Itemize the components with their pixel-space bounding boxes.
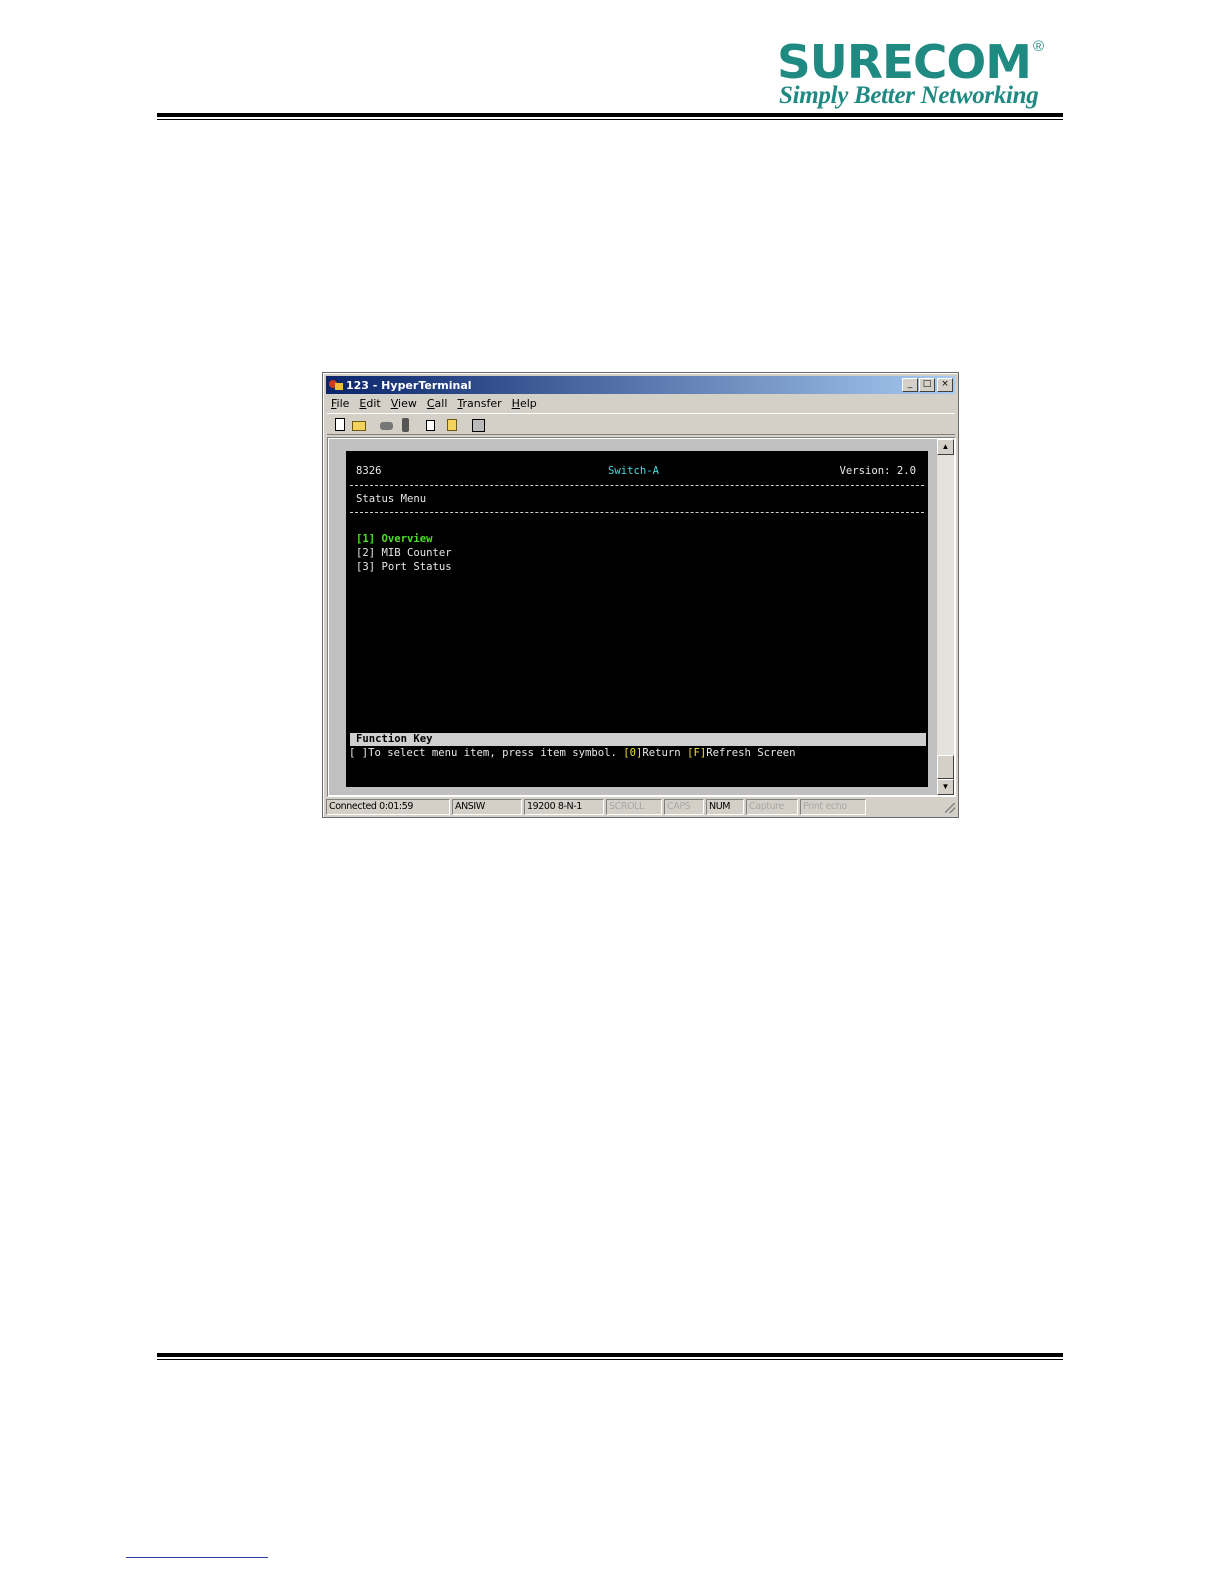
menu-call[interactable]: Call [427, 397, 448, 410]
firmware-version: Version: 2.0 [839, 465, 916, 477]
terminal-screen[interactable]: 8326 Switch-A Version: 2.0 Status Menu [… [346, 451, 928, 787]
new-icon[interactable] [331, 416, 348, 433]
scroll-up-button[interactable]: ▲ [937, 439, 954, 455]
status-connected: Connected 0:01:59 [326, 799, 450, 815]
switch-model: 8326 [356, 465, 382, 477]
scroll-thumb[interactable] [937, 755, 954, 779]
logo-tagline: Simply Better Networking [779, 82, 1039, 109]
menu-view[interactable]: View [391, 397, 417, 410]
toolbar [327, 413, 955, 435]
resize-grip[interactable] [945, 803, 955, 813]
footer-rule [157, 1353, 1063, 1360]
disconnect-icon[interactable] [396, 416, 413, 433]
status-print-echo: Print echo [800, 799, 866, 815]
status-caps: CAPS [664, 799, 704, 815]
menu-item-overview[interactable]: [1] Overview [356, 533, 433, 547]
menu-item-label: Overview [381, 533, 433, 545]
status-capture: Capture [746, 799, 798, 815]
separator-line [350, 485, 924, 486]
menu-item-label: MIB Counter [381, 547, 452, 559]
help-prefix: [ ]To select menu item, press item symbo… [349, 747, 624, 759]
hyperterminal-window: 123 - HyperTerminal _ □ × File Edit View… [322, 372, 959, 818]
terminal-margin: 8326 Switch-A Version: 2.0 Status Menu [… [329, 439, 937, 795]
hyperterminal-app-icon[interactable] [329, 378, 343, 392]
function-key-help: [ ]To select menu item, press item symbo… [349, 747, 796, 761]
scroll-down-button[interactable]: ▼ [937, 779, 954, 795]
title-bar[interactable]: 123 - HyperTerminal _ □ × [326, 376, 955, 394]
menu-item-key: [3] [356, 561, 376, 573]
menu-item-key: [1] [356, 533, 376, 545]
menu-title: Status Menu [356, 493, 427, 505]
return-key: [0] [623, 747, 643, 759]
menu-transfer[interactable]: Transfer [457, 397, 501, 410]
surecom-logo: SURECOM ® Simply Better Networking [775, 38, 1055, 113]
return-label: Return [642, 747, 688, 759]
maximize-button[interactable]: □ [919, 378, 935, 392]
separator-line [350, 512, 924, 513]
status-scroll: SCROLL [606, 799, 662, 815]
properties-icon[interactable] [469, 416, 486, 433]
logo-wordmark: SURECOM [777, 35, 1032, 89]
header-rule [157, 113, 1063, 120]
device-name: Switch-A [608, 465, 660, 477]
window-title: 123 - HyperTerminal [346, 378, 472, 392]
refresh-key: [F] [687, 747, 707, 759]
function-key-header: Function Key [350, 733, 926, 746]
close-button[interactable]: × [937, 378, 953, 392]
status-bar: Connected 0:01:59 ANSIW 19200 8-N-1 SCRO… [326, 799, 957, 815]
open-icon[interactable] [350, 416, 367, 433]
receive-icon[interactable] [442, 416, 459, 433]
connect-icon[interactable] [377, 416, 394, 433]
menu-file[interactable]: File [331, 397, 349, 410]
menu-help[interactable]: Help [512, 397, 537, 410]
menu-item-key: [2] [356, 547, 376, 559]
vertical-scrollbar[interactable]: ▲ ▼ [937, 439, 954, 795]
minimize-button[interactable]: _ [902, 378, 918, 392]
menu-item-label: Port Status [381, 561, 452, 573]
caption-buttons: _ □ × [901, 378, 953, 392]
logo-registered-mark: ® [1033, 38, 1045, 55]
refresh-label: Refresh Screen [706, 747, 796, 759]
menu-edit[interactable]: Edit [359, 397, 380, 410]
status-num: NUM [706, 799, 744, 815]
footer-link-underline [126, 1557, 268, 1558]
status-emulation: ANSIW [452, 799, 522, 815]
menu-bar: File Edit View Call Transfer Help [327, 395, 537, 412]
menu-item-mib-counter[interactable]: [2] MIB Counter [356, 547, 452, 561]
menu-item-port-status[interactable]: [3] Port Status [356, 561, 452, 575]
status-port-settings: 19200 8-N-1 [524, 799, 604, 815]
terminal-frame: 8326 Switch-A Version: 2.0 Status Menu [… [327, 437, 956, 797]
send-icon[interactable] [423, 416, 440, 433]
